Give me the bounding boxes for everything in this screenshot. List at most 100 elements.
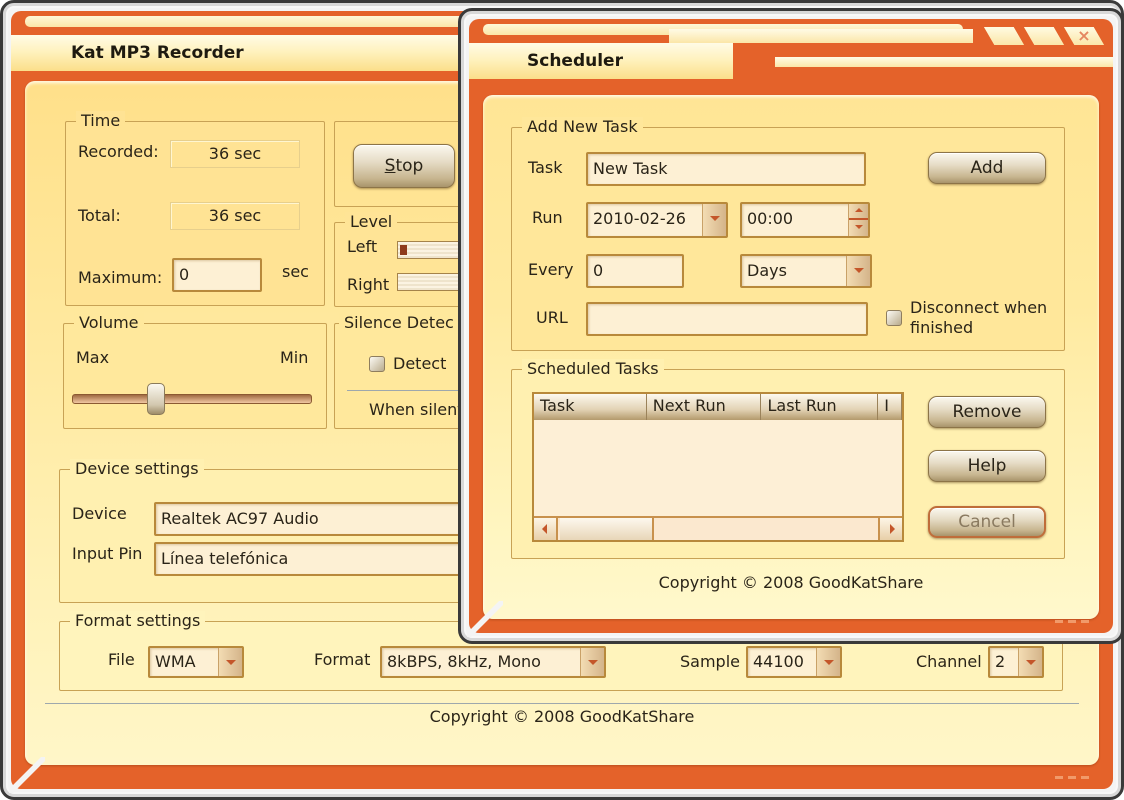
volume-slider-thumb[interactable] bbox=[147, 383, 166, 415]
scheduler-window-frame: Scheduler × Add New Task Task New Task A… bbox=[469, 19, 1113, 633]
disconnect-label: Disconnect when finished bbox=[910, 298, 1047, 338]
format-value: 8kBPS, 8kHz, Mono bbox=[387, 652, 541, 671]
cancel-button[interactable]: Cancel bbox=[928, 506, 1046, 538]
resize-grip-icon[interactable] bbox=[1055, 620, 1089, 623]
minimize-button[interactable] bbox=[980, 25, 1028, 47]
format-label: Format bbox=[314, 650, 371, 669]
scheduler-copyright: Copyright © 2008 GoodKatShare bbox=[658, 573, 924, 592]
left-level-fill bbox=[400, 245, 408, 255]
disconnect-label-line2: finished bbox=[910, 318, 974, 337]
disconnect-checkbox[interactable] bbox=[886, 310, 902, 326]
file-type-value: WMA bbox=[155, 652, 196, 671]
list-header: Task Next Run Last Run I bbox=[534, 394, 902, 420]
every-input[interactable]: 0 bbox=[586, 254, 684, 288]
stop-mnemonic: S bbox=[384, 156, 396, 176]
channel-label: Channel bbox=[916, 652, 982, 671]
volume-max-label: Max bbox=[76, 348, 110, 367]
time-spin-control[interactable] bbox=[848, 204, 868, 236]
total-value: 36 sec bbox=[170, 202, 300, 230]
spin-up-icon[interactable] bbox=[849, 204, 868, 220]
url-input[interactable] bbox=[586, 302, 868, 336]
disconnect-label-line1: Disconnect when bbox=[910, 298, 1048, 317]
footer-divider bbox=[45, 703, 1079, 704]
task-label: Task bbox=[528, 158, 563, 177]
file-label: File bbox=[108, 650, 135, 669]
sample-value: 44100 bbox=[753, 652, 804, 671]
scrollbar-thumb[interactable] bbox=[560, 518, 654, 540]
every-label: Every bbox=[528, 260, 574, 279]
scheduler-client-area: Add New Task Task New Task Add Run 2010-… bbox=[483, 95, 1099, 619]
scheduler-window: Scheduler × Add New Task Task New Task A… bbox=[458, 8, 1124, 644]
recorded-value: 36 sec bbox=[170, 140, 300, 168]
resize-grip-icon[interactable] bbox=[1055, 776, 1089, 779]
column-header-extra[interactable]: I bbox=[878, 394, 902, 420]
volume-min-label: Min bbox=[280, 348, 309, 367]
time-group: Time Recorded: 36 sec Total: 36 sec Maxi… bbox=[65, 111, 325, 306]
title-stripe-upper bbox=[669, 29, 973, 43]
when-silent-label: When silent bbox=[369, 400, 464, 419]
left-level-label: Left bbox=[347, 237, 378, 256]
chevron-down-icon[interactable] bbox=[218, 648, 242, 676]
run-label: Run bbox=[532, 208, 563, 227]
chevron-down-icon[interactable] bbox=[846, 256, 870, 286]
run-date-picker[interactable]: 2010-02-26 bbox=[586, 202, 728, 238]
main-copyright: Copyright © 2008 GoodKatShare bbox=[429, 707, 695, 726]
column-header-next-run[interactable]: Next Run bbox=[646, 394, 762, 420]
add-button[interactable]: Add bbox=[928, 152, 1046, 184]
close-button[interactable]: × bbox=[1060, 25, 1108, 47]
maximum-input[interactable]: 0 bbox=[172, 258, 262, 292]
maximum-label: Maximum: bbox=[78, 268, 163, 287]
scheduled-tasks-list[interactable]: Task Next Run Last Run I bbox=[532, 392, 904, 542]
file-type-combo[interactable]: WMA bbox=[148, 646, 244, 678]
maximize-button[interactable] bbox=[1020, 25, 1068, 47]
chevron-down-icon[interactable] bbox=[580, 648, 604, 676]
time-group-legend: Time bbox=[76, 111, 126, 131]
main-window-title: Kat MP3 Recorder bbox=[71, 43, 244, 63]
recorded-label: Recorded: bbox=[78, 142, 159, 161]
close-icon: × bbox=[1077, 26, 1091, 45]
corner-decoration bbox=[9, 757, 45, 793]
sample-label: Sample bbox=[680, 652, 740, 671]
silence-group-legend: Silence Detec bbox=[339, 313, 459, 333]
column-header-task[interactable]: Task bbox=[534, 394, 647, 420]
remove-button[interactable]: Remove bbox=[928, 396, 1046, 428]
chevron-down-icon[interactable] bbox=[1018, 648, 1042, 676]
volume-group: Volume Max Min bbox=[63, 313, 327, 429]
format-combo[interactable]: 8kBPS, 8kHz, Mono bbox=[380, 646, 606, 678]
horizontal-scrollbar[interactable] bbox=[534, 516, 902, 540]
calendar-dropdown-icon[interactable] bbox=[702, 204, 726, 236]
scroll-left-icon[interactable] bbox=[534, 518, 558, 540]
scheduler-title: Scheduler bbox=[527, 51, 623, 71]
every-unit-combo[interactable]: Days bbox=[740, 254, 872, 288]
chevron-down-icon[interactable] bbox=[816, 648, 840, 676]
task-name-input[interactable]: New Task bbox=[586, 152, 866, 186]
detect-silence-checkbox[interactable] bbox=[369, 356, 385, 372]
run-date-value: 2010-02-26 bbox=[593, 209, 686, 228]
url-label: URL bbox=[536, 308, 568, 327]
maximum-unit: sec bbox=[282, 262, 309, 281]
column-header-last-run[interactable]: Last Run bbox=[761, 394, 879, 420]
detect-silence-label: Detect bbox=[393, 354, 447, 373]
sample-combo[interactable]: 44100 bbox=[746, 646, 842, 678]
add-task-group-legend: Add New Task bbox=[522, 117, 643, 137]
input-pin-label: Input Pin bbox=[72, 544, 143, 563]
scheduled-tasks-group: Scheduled Tasks Task Next Run Last Run I… bbox=[511, 359, 1065, 559]
title-stripe-lower bbox=[775, 57, 1113, 67]
run-time-spinner[interactable]: 00:00 bbox=[740, 202, 870, 238]
stop-label-rest: top bbox=[395, 156, 424, 176]
run-time-value: 00:00 bbox=[747, 209, 794, 228]
level-group-legend: Level bbox=[345, 212, 398, 232]
help-button[interactable]: Help bbox=[928, 450, 1046, 482]
scroll-right-icon[interactable] bbox=[878, 518, 902, 540]
scheduler-title-bar[interactable]: Scheduler bbox=[469, 43, 733, 79]
spin-down-icon[interactable] bbox=[849, 220, 868, 236]
volume-slider-track[interactable] bbox=[72, 394, 312, 404]
channel-combo[interactable]: 2 bbox=[988, 646, 1044, 678]
format-group-legend: Format settings bbox=[70, 611, 206, 631]
device-group-legend: Device settings bbox=[70, 459, 204, 479]
add-new-task-group: Add New Task Task New Task Add Run 2010-… bbox=[511, 117, 1065, 351]
every-unit-value: Days bbox=[747, 261, 787, 280]
total-label: Total: bbox=[78, 206, 121, 225]
corner-decoration bbox=[467, 601, 503, 637]
stop-button[interactable]: Stop bbox=[353, 144, 455, 188]
